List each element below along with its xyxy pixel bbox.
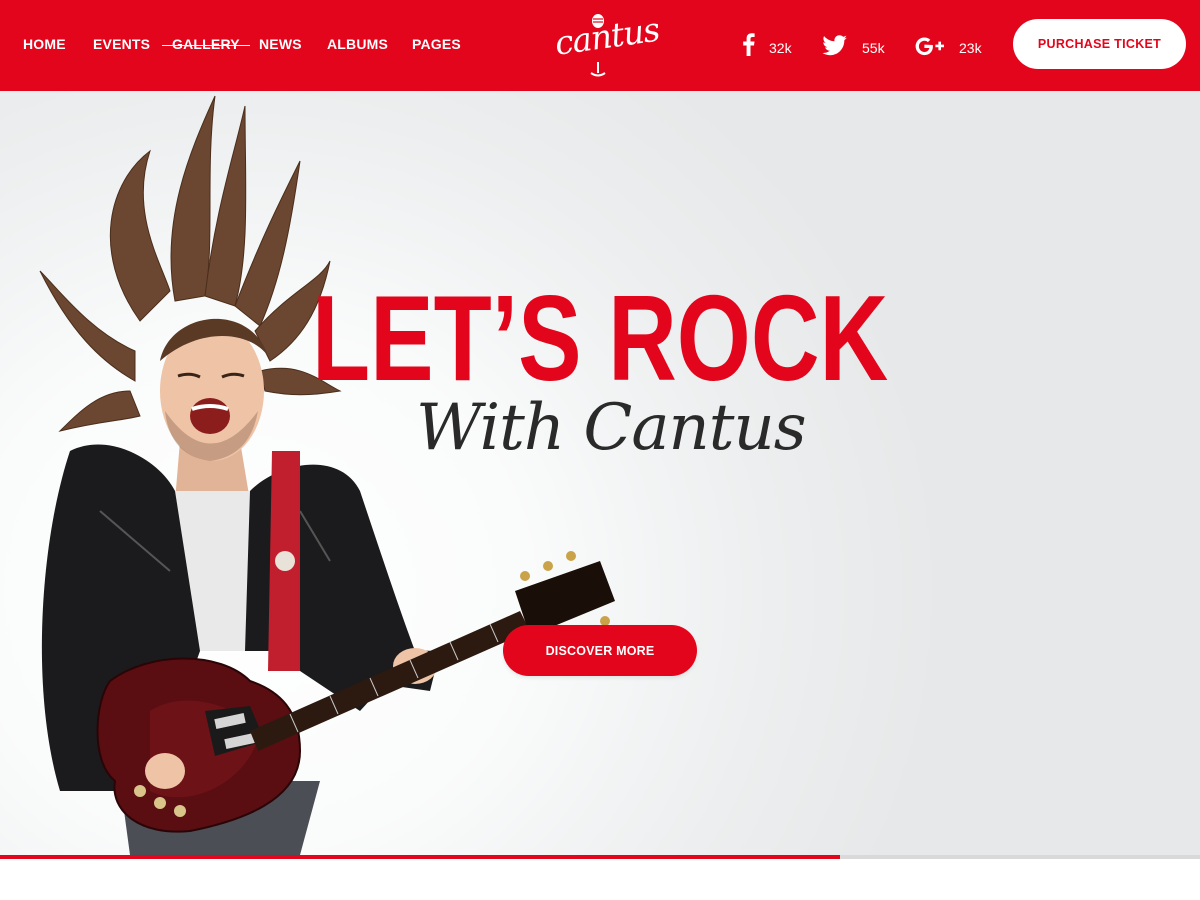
google-plus-link[interactable]: 23k xyxy=(914,30,986,62)
facebook-count: 32k xyxy=(769,40,792,56)
nav-albums[interactable]: ALBUMS xyxy=(327,36,388,52)
google-plus-count: 23k xyxy=(959,40,982,56)
nav-news[interactable]: NEWS xyxy=(259,36,302,52)
google-plus-icon xyxy=(915,37,944,56)
twitter-link[interactable]: 55k xyxy=(822,30,888,62)
facebook-icon xyxy=(743,33,755,56)
nav-home[interactable]: HOME xyxy=(23,36,66,52)
nav-events[interactable]: EVENTS xyxy=(93,36,150,52)
facebook-link[interactable]: 32k xyxy=(740,30,800,62)
purchase-ticket-button[interactable]: PURCHASE TICKET xyxy=(1013,19,1186,69)
twitter-count: 55k xyxy=(862,40,885,56)
hero-slider: LET’S ROCK With Cantus DISCOVER MORE xyxy=(0,91,1200,855)
site-header: HOME EVENTS GALLERY NEWS ALBUMS PAGES ca… xyxy=(0,0,1200,91)
discover-more-button[interactable]: DISCOVER MORE xyxy=(503,625,697,676)
nav-pages[interactable]: PAGES xyxy=(412,36,461,52)
twitter-icon xyxy=(822,35,847,56)
hero-headline: LET’S ROCK xyxy=(312,270,889,406)
slider-progress-bar xyxy=(0,855,1200,859)
hero-guitarist-image xyxy=(39,95,615,855)
site-logo[interactable]: cantus xyxy=(549,10,662,82)
slider-progress-fill xyxy=(0,855,840,859)
nav-gallery[interactable]: GALLERY xyxy=(162,36,250,52)
hero-subline: With Cantus xyxy=(416,391,807,465)
